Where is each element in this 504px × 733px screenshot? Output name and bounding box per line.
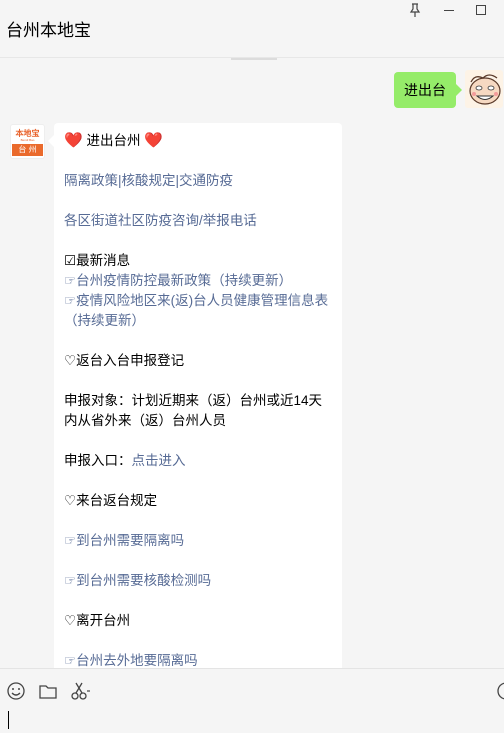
leave-item[interactable]: ☞台州去外地要隔离吗 (64, 651, 332, 668)
latest-item-link[interactable]: 疫情风险地区来(返)台人员健康管理信息表（持续更新） (64, 293, 328, 328)
user-avatar[interactable] (465, 70, 503, 108)
title-bar: 台州本地宝 (0, 0, 504, 58)
rule-item[interactable]: ☞到台州需要核酸检测吗 (64, 571, 332, 591)
rule-link[interactable]: 到台州需要核酸检测吗 (76, 573, 211, 588)
rule-item[interactable]: ☞到台州需要隔离吗 (64, 531, 332, 551)
latest-label: ☑最新消息 (64, 253, 131, 268)
heading-text: 进出台州 (86, 133, 141, 148)
rule-link[interactable]: 到台州需要隔离吗 (76, 533, 184, 548)
latest-item[interactable]: ☞疫情风险地区来(返)台人员健康管理信息表（持续更新） (64, 291, 332, 331)
maximize-icon[interactable] (472, 2, 490, 18)
hand-icon: ☞ (64, 273, 77, 288)
entry-label: 申报入口： (64, 453, 132, 468)
latest-item-link[interactable]: 台州疫情防控最新政策（持续更新） (76, 273, 292, 288)
declaration-target: 申报对象：计划近期来（返）台州或近14天内从省外来（返）台州人员 (64, 391, 332, 431)
leave-link[interactable]: 台州去外地要隔离吗 (76, 653, 198, 668)
logo-subtext: Bendi Bao (20, 138, 35, 142)
scissors-icon[interactable] (70, 681, 90, 701)
declaration-entry: 申报入口：点击进入 (64, 451, 332, 471)
logo-city: 台 州 (12, 144, 43, 156)
received-message-bubble: ❤️ 进出台州 ❤️ 隔离政策|核酸规定|交通防疫 各区街道社区防疫咨询/举报电… (48, 123, 342, 668)
entry-link[interactable]: 点击进入 (132, 453, 186, 468)
text-cursor[interactable] (8, 711, 9, 729)
chat-area: 进出台 本地宝 Bendi Bao 台 州 ❤️ 进出台州 ❤️ 隔离政策|核酸… (0, 60, 504, 668)
leave-section-title: ♡离开台州 (64, 613, 131, 628)
sent-message-text: 进出台 (404, 82, 446, 98)
hand-icon: ☞ (64, 573, 77, 588)
target-label: 申报对象： (64, 393, 132, 408)
rules-section-title: ♡来台返台规定 (64, 493, 158, 508)
message-heading: ❤️ 进出台州 ❤️ (64, 131, 332, 151)
return-section-title: ♡返台入台申报登记 (64, 353, 185, 368)
input-toolbar (0, 668, 504, 733)
hand-icon: ☞ (64, 293, 77, 308)
more-icon[interactable] (496, 681, 504, 701)
hand-icon: ☞ (64, 653, 77, 668)
nav-links[interactable]: 隔离政策|核酸规定|交通防疫 (64, 171, 332, 191)
consult-link[interactable]: 各区街道社区防疫咨询/举报电话 (64, 211, 332, 231)
hand-icon: ☞ (64, 533, 77, 548)
heart-icon: ❤️ (144, 132, 163, 149)
heart-icon: ❤️ (64, 132, 83, 149)
latest-item[interactable]: ☞台州疫情防控最新政策（持续更新） (64, 271, 332, 291)
official-account-avatar[interactable]: 本地宝 Bendi Bao 台 州 (10, 124, 45, 159)
window-title: 台州本地宝 (6, 21, 91, 40)
minimize-icon[interactable] (440, 2, 458, 18)
folder-icon[interactable] (38, 681, 58, 701)
sent-message-bubble[interactable]: 进出台 (394, 72, 462, 108)
pin-icon[interactable] (406, 2, 424, 18)
emoji-icon[interactable] (6, 681, 26, 701)
